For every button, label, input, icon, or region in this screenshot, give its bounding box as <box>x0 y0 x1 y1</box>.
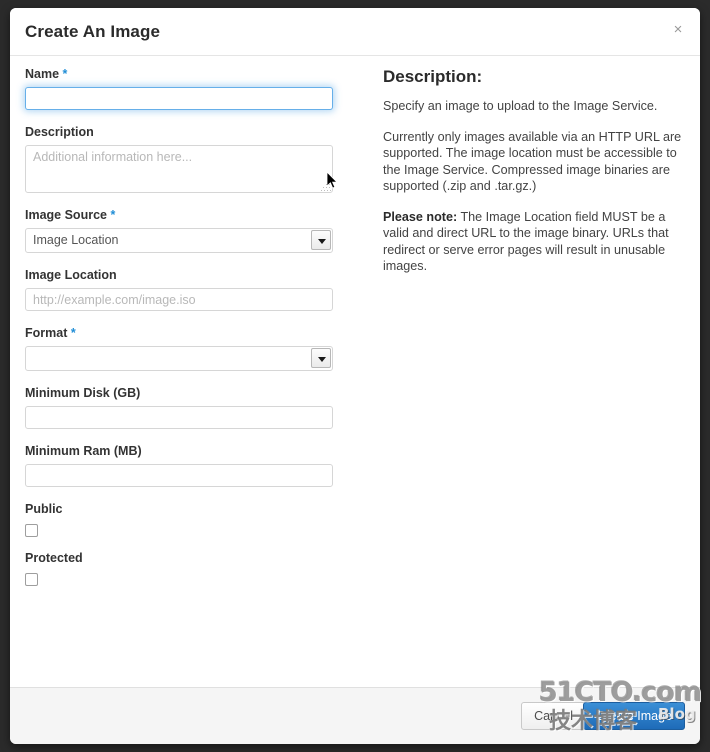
image-source-select[interactable]: Image Location <box>25 228 333 253</box>
required-marker: * <box>110 208 116 222</box>
description-title: Description: <box>383 67 483 86</box>
create-image-button[interactable]: Create Image <box>583 702 685 730</box>
field-name: Name * <box>25 67 360 110</box>
image-location-input[interactable] <box>25 288 333 311</box>
image-source-select-wrap: Image Location <box>25 228 333 253</box>
label-image-source-text: Image Source <box>25 208 107 222</box>
form-column: Name * Description Additional informatio… <box>25 67 360 600</box>
cancel-button[interactable]: Cancel <box>521 702 586 730</box>
label-minimum-disk: Minimum Disk (GB) <box>25 386 141 400</box>
field-image-source: Image Source * Image Location <box>25 208 360 253</box>
format-select[interactable] <box>25 346 333 371</box>
description-paragraph-2: Currently only images available via an H… <box>383 129 682 194</box>
field-description: Description <box>25 125 360 193</box>
label-image-source: Image Source * <box>25 208 360 222</box>
format-select-wrap <box>25 346 333 371</box>
field-public: Public <box>25 502 360 537</box>
label-format-text: Format <box>25 326 68 340</box>
label-name-text: Name <box>25 67 60 81</box>
description-textarea-wrap <box>25 145 333 193</box>
minimum-disk-input[interactable] <box>25 406 333 429</box>
protected-checkbox[interactable] <box>25 573 38 586</box>
description-note-label: Please note: <box>383 209 458 224</box>
required-marker: * <box>70 326 76 340</box>
page-title: Create An Image <box>25 22 161 41</box>
label-public: Public <box>25 502 63 516</box>
modal-footer: Cancel Create Image <box>10 687 700 744</box>
description-note: Please note: The Image Location field MU… <box>383 209 688 275</box>
description-textarea[interactable] <box>25 145 333 193</box>
minimum-ram-input[interactable] <box>25 464 333 487</box>
field-protected: Protected <box>25 551 360 586</box>
required-marker: * <box>62 67 68 81</box>
label-name: Name * <box>25 67 360 81</box>
description-column: Description: Specify an image to upload … <box>383 67 688 289</box>
label-format: Format * <box>25 326 360 340</box>
field-minimum-ram: Minimum Ram (MB) <box>25 444 360 487</box>
description-paragraph-1: Specify an image to upload to the Image … <box>383 99 658 113</box>
modal-body: Name * Description Additional informatio… <box>10 57 700 687</box>
field-format: Format * <box>25 326 360 371</box>
field-image-location: Image Location <box>25 268 360 311</box>
public-checkbox[interactable] <box>25 524 38 537</box>
modal-header: Create An Image × <box>10 8 700 56</box>
create-image-modal: Create An Image × Name * Description Add… <box>10 8 700 744</box>
label-minimum-ram: Minimum Ram (MB) <box>25 444 142 458</box>
screen: Create An Image × Name * Description Add… <box>0 0 710 752</box>
close-icon[interactable]: × <box>667 19 689 41</box>
field-minimum-disk: Minimum Disk (GB) <box>25 386 360 429</box>
name-input[interactable] <box>25 87 333 110</box>
label-description: Description <box>25 125 94 139</box>
label-protected: Protected <box>25 551 83 565</box>
label-image-location: Image Location <box>25 268 117 282</box>
